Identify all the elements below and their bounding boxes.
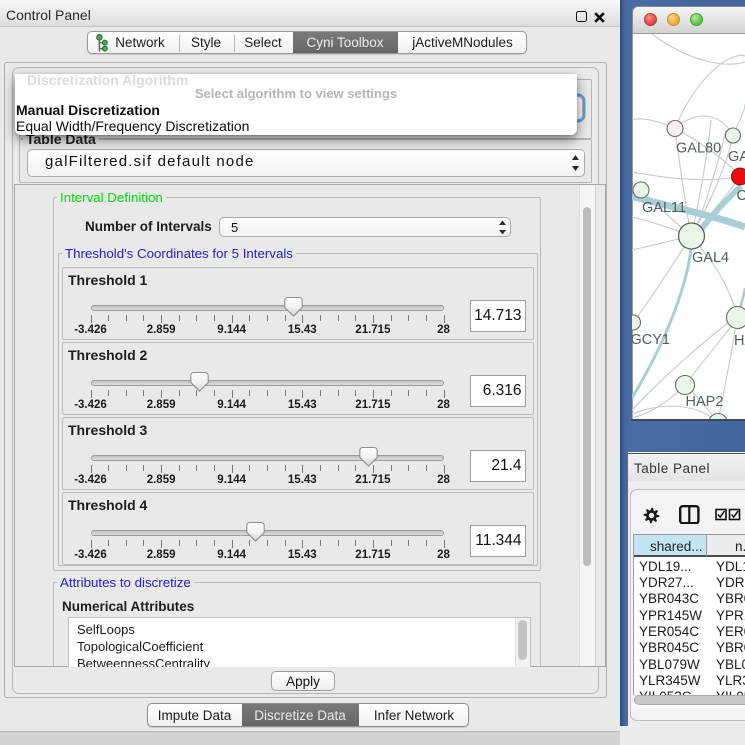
svg-text:GAL80: GAL80 [676, 141, 721, 157]
svg-text:HAP2: HAP2 [686, 394, 724, 410]
svg-text:GAL3: GAL3 [728, 149, 745, 165]
svg-text:HA: HA [734, 333, 745, 349]
svg-text:GAL11: GAL11 [642, 200, 686, 216]
svg-text:GCY1: GCY1 [632, 332, 670, 348]
svg-text:GAL4: GAL4 [692, 250, 729, 266]
svg-text:CD: CD [737, 188, 745, 204]
